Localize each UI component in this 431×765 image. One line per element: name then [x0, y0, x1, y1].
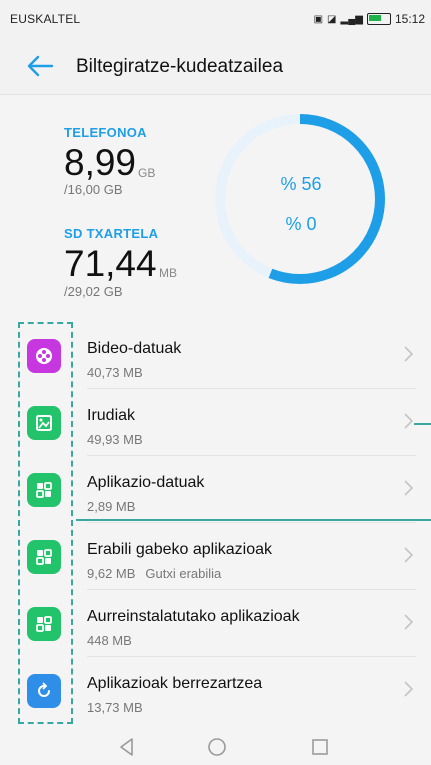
- item-name: Erabili gabeko aplikazioak: [87, 541, 272, 558]
- annotation-line: [76, 519, 431, 521]
- chevron-right-icon: [404, 681, 414, 697]
- annotation-dashed-box: [18, 322, 73, 724]
- nav-home-icon[interactable]: [206, 736, 228, 758]
- phone-label: TELEFONOA: [64, 125, 147, 140]
- chevron-right-icon: [404, 614, 414, 630]
- chevron-right-icon: [404, 346, 414, 362]
- item-size: 448 MB: [87, 633, 132, 648]
- list-item-unused-apps[interactable]: Erabili gabeko aplikazioak 9,62 MB Gutxi …: [18, 523, 416, 590]
- page-title: Biltegiratze-kudeatzailea: [76, 56, 284, 77]
- item-size: 2,89 MB: [87, 499, 136, 514]
- sd-unit: MB: [159, 266, 177, 280]
- phone-used: 8,99: [64, 142, 137, 183]
- storage-ring-chart: [215, 114, 385, 284]
- phone-unit: GB: [138, 166, 156, 180]
- nav-recents-icon[interactable]: [310, 736, 330, 758]
- signal-icon: ▂▄▆: [340, 13, 363, 25]
- item-name: Aplikazio-datuak: [87, 474, 205, 491]
- vibrate-icon: ◪: [327, 13, 337, 25]
- list-item-images[interactable]: Irudiak 49,93 MB: [18, 389, 416, 456]
- item-name: Bideo-datuak: [87, 340, 182, 357]
- battery-icon: [366, 13, 391, 25]
- carrier-name: EUSKALTEL: [10, 12, 81, 26]
- sd-used: 71,44: [64, 243, 157, 284]
- status-bar: EUSKALTEL ▣ ◪ ▂▄▆ 15:12: [0, 0, 431, 38]
- sd-total: /29,02 GB: [64, 284, 123, 299]
- phone-total: /16,00 GB: [64, 182, 123, 197]
- system-nav-bar: [0, 730, 431, 765]
- chevron-right-icon: [404, 547, 414, 563]
- item-size: 9,62 MB Gutxi erabilia: [87, 566, 222, 581]
- item-size: 13,73 MB: [87, 700, 143, 715]
- list-item-app-data[interactable]: Aplikazio-datuak 2,89 MB: [18, 456, 416, 523]
- app-bar: Biltegiratze-kudeatzailea: [0, 38, 431, 95]
- item-name: Aplikazioak berrezartzea: [87, 675, 263, 692]
- item-size: 49,93 MB: [87, 432, 143, 447]
- list-item-app-reset[interactable]: Aplikazioak berrezartzea 13,73 MB: [18, 657, 416, 724]
- chevron-right-icon: [404, 413, 414, 429]
- clock: 15:12: [394, 12, 425, 26]
- item-name: Irudiak: [87, 407, 136, 424]
- back-arrow-icon[interactable]: [26, 54, 54, 78]
- nav-back-icon[interactable]: [117, 736, 137, 758]
- item-name: Aurreinstalatutako aplikazioak: [87, 608, 300, 625]
- list-item-preinstalled-apps[interactable]: Aurreinstalatutako aplikazioak 448 MB: [18, 590, 416, 657]
- phone-percent: % 56: [280, 174, 322, 194]
- list-item-video[interactable]: Bideo-datuak 40,73 MB: [18, 322, 416, 389]
- sd-label: SD TXARTELA: [64, 226, 159, 241]
- sd-percent: % 0: [285, 214, 317, 234]
- item-size: 40,73 MB: [87, 365, 143, 380]
- item-extra: Gutxi erabilia: [145, 566, 222, 581]
- chevron-right-icon: [404, 480, 414, 496]
- status-icons: ▣ ◪ ▂▄▆ 15:12: [314, 12, 425, 26]
- annotation-line: [414, 423, 431, 425]
- nfc-icon: ▣: [313, 13, 324, 25]
